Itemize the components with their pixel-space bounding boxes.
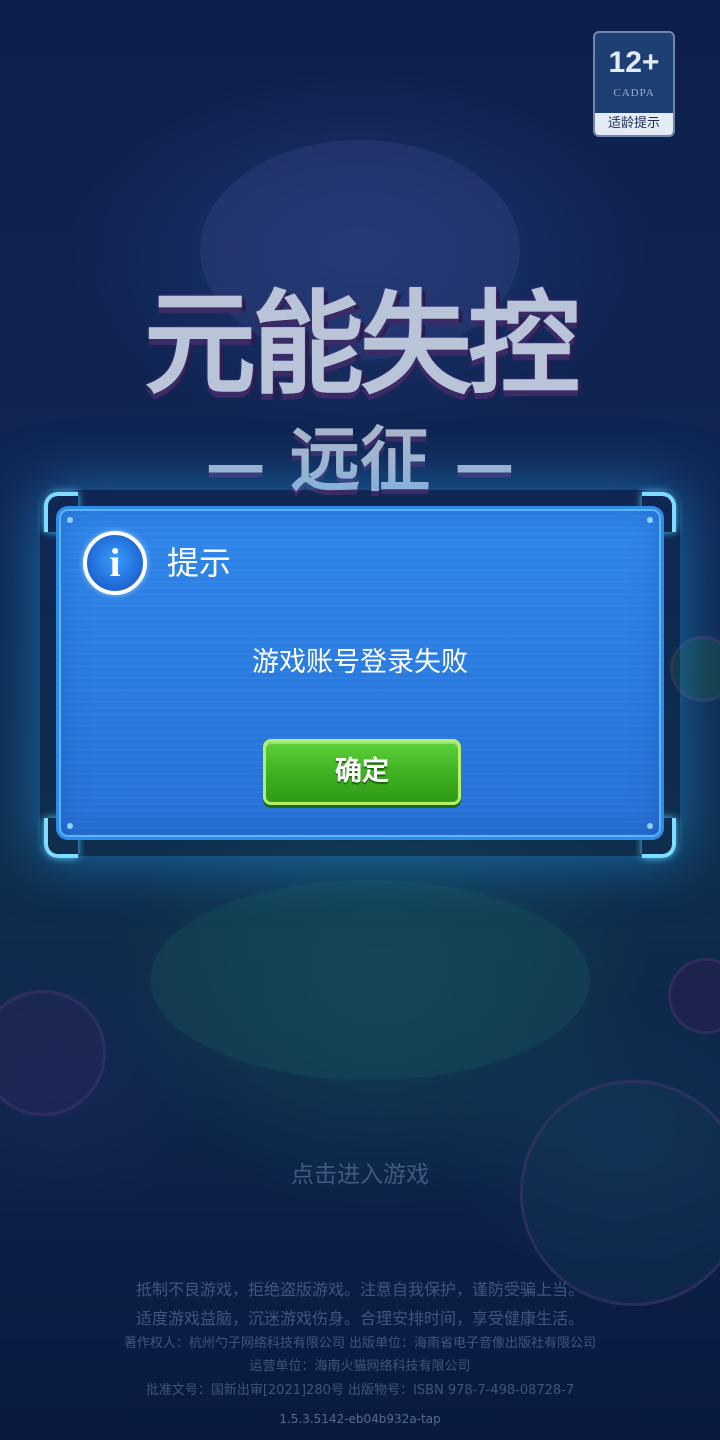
age-rating-org: CADPA — [613, 87, 655, 99]
dialog-title: 提示 — [167, 544, 232, 582]
dialog-corner-dot — [647, 517, 653, 523]
version-text: 1.5.3.5142-eb04b932a-tap — [279, 1412, 441, 1426]
operator-info: 运营单位：海南火猫网络科技有限公司 — [249, 1359, 471, 1374]
login-failed-dialog: i 提示 游戏账号登录失败 确定 — [56, 506, 664, 840]
tap-to-enter-text[interactable]: 点击进入游戏 — [0, 1155, 720, 1189]
age-rating-number: 12+ — [608, 46, 660, 79]
dialog-corner-dot — [647, 823, 653, 829]
info-icon: i — [83, 531, 147, 595]
game-logo-title: 元能失控 — [144, 280, 580, 410]
health-notice-line1: 抵制不良游戏，拒绝盗版游戏。注意自我保护，谨防受骗上当。 — [135, 1280, 584, 1299]
game-logo-subtitle: 远征 — [290, 419, 430, 501]
age-rating-badge: 12+ CADPA 适龄提示 — [593, 31, 675, 137]
age-rating-label: 适龄提示 — [595, 113, 673, 135]
dialog-message: 游戏账号登录失败 — [252, 647, 468, 678]
approval-info: 批准文号：国新出审[2021]280号 出版物号：ISBN 978-7-498-… — [145, 1383, 575, 1398]
copyright-info: 著作权人：杭州勺子网络科技有限公司 出版单位：海南省电子音像出版社有限公司 — [123, 1336, 597, 1351]
dialog-corner-dot — [67, 517, 73, 523]
health-notice-line2: 适度游戏益脑，沉迷游戏伤身。合理安排时间，享受健康生活。 — [135, 1309, 584, 1328]
dialog-corner-dot — [67, 823, 73, 829]
confirm-button[interactable]: 确定 — [263, 739, 461, 805]
